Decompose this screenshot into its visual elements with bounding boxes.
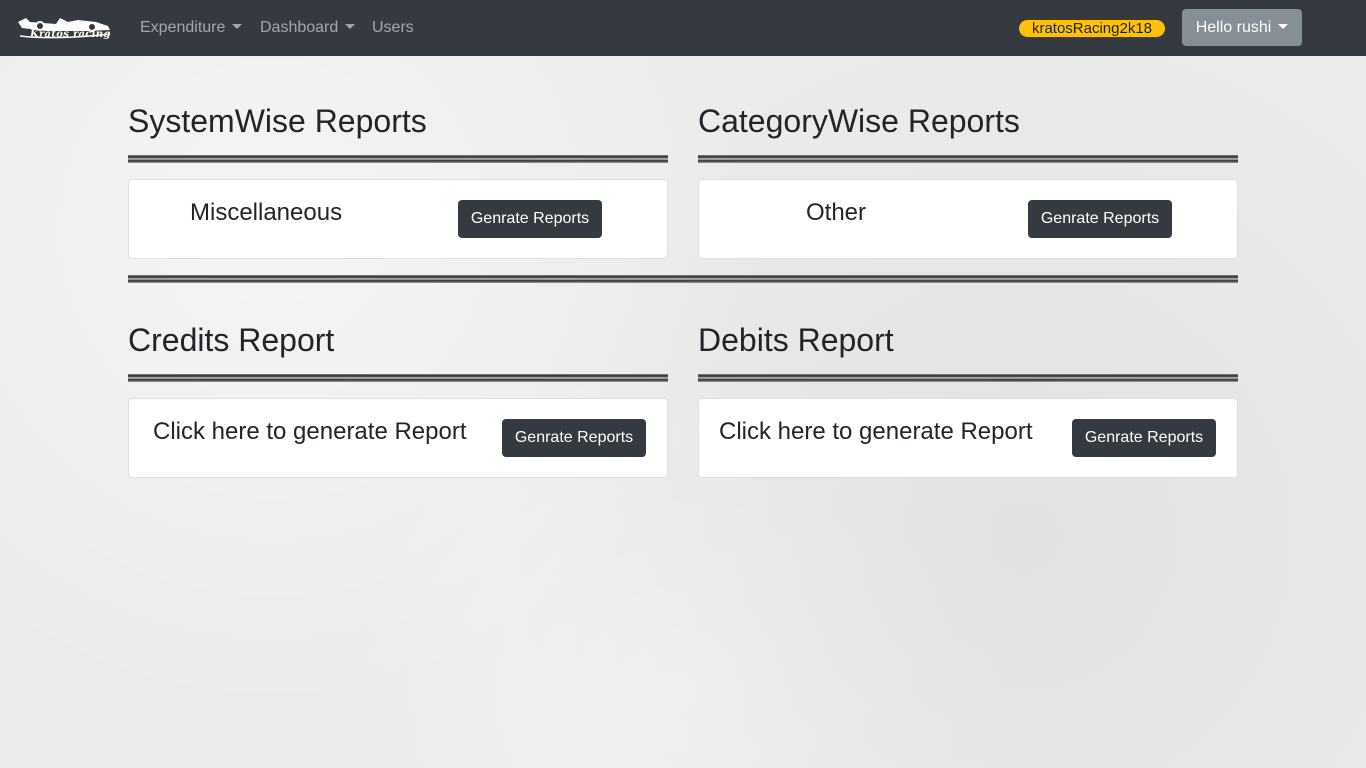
caret-down-icon: [232, 24, 243, 29]
nav-expenditure-label: Expenditure: [140, 19, 226, 36]
credits-card-text: Click here to generate Report: [153, 418, 467, 445]
categorywise-generate-button[interactable]: Genrate Reports: [1028, 200, 1172, 238]
debits-card-text: Click here to generate Report: [719, 418, 1033, 445]
caret-down-icon: [1278, 24, 1289, 29]
full-width-divider: [128, 275, 1238, 283]
nav-expenditure-dropdown[interactable]: Expenditure: [140, 18, 243, 37]
user-menu-button[interactable]: Hello rushi: [1182, 9, 1302, 46]
systemwise-card: Miscellaneous Genrate Reports: [128, 179, 668, 259]
section-divider: [698, 374, 1238, 382]
categorywise-title: CategoryWise Reports: [698, 103, 1020, 139]
credits-card: Click here to generate Report Genrate Re…: [128, 398, 668, 478]
nav-dashboard-dropdown[interactable]: Dashboard: [260, 18, 356, 37]
team-badge: kratosRacing2k18: [1019, 20, 1165, 37]
nav-dashboard-label: Dashboard: [260, 19, 339, 36]
top-navbar: Kratos racing Expenditure Dashboard User…: [0, 0, 1366, 56]
nav-users-label: Users: [372, 19, 414, 36]
debits-generate-button[interactable]: Genrate Reports: [1072, 419, 1216, 457]
section-divider: [698, 155, 1238, 163]
categorywise-card-text: Other: [806, 199, 867, 226]
brand-logo[interactable]: Kratos racing: [16, 12, 112, 44]
nav-users-link[interactable]: Users: [372, 18, 414, 37]
section-divider: [128, 374, 668, 382]
credits-generate-button[interactable]: Genrate Reports: [502, 419, 646, 457]
caret-down-icon: [345, 24, 356, 29]
section-divider: [128, 155, 668, 163]
categorywise-card: Other Genrate Reports: [698, 179, 1238, 259]
debits-card: Click here to generate Report Genrate Re…: [698, 398, 1238, 478]
credits-title: Credits Report: [128, 322, 335, 358]
brand-name: Kratos racing: [30, 29, 111, 40]
systemwise-card-text: Miscellaneous: [190, 199, 343, 226]
systemwise-generate-button[interactable]: Genrate Reports: [458, 200, 602, 238]
user-menu-label: Hello rushi: [1195, 19, 1272, 36]
systemwise-title: SystemWise Reports: [128, 103, 427, 139]
debits-title: Debits Report: [698, 322, 894, 358]
